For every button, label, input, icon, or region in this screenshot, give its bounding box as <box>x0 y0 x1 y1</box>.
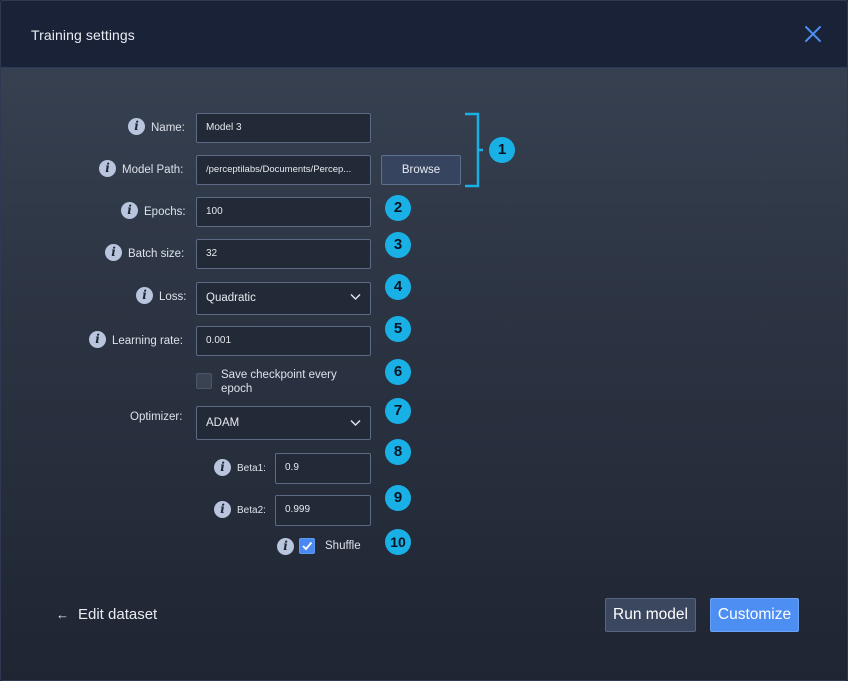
beta2-label: Beta2: <box>237 505 266 516</box>
batch-size-label: Batch size: <box>128 248 185 260</box>
beta2-input[interactable]: 0.999 <box>275 495 371 526</box>
batch-size-input[interactable]: 32 <box>196 239 371 269</box>
beta1-input[interactable]: 0.9 <box>275 453 371 484</box>
edit-dataset-label: Edit dataset <box>78 606 158 623</box>
model-path-label: Model Path: <box>122 164 184 176</box>
info-icon[interactable]: i <box>277 538 294 555</box>
info-icon[interactable]: i <box>121 202 138 219</box>
save-checkpoint-label-line2: epoch <box>221 383 253 395</box>
step-badge-4: 4 <box>385 274 411 300</box>
step-badge-1: 1 <box>489 137 515 163</box>
dialog-header: Training settings <box>1 1 847 68</box>
loss-value: Quadratic <box>206 292 256 304</box>
info-icon[interactable]: i <box>99 160 116 177</box>
info-icon[interactable]: i <box>214 501 231 518</box>
step-badge-6: 6 <box>385 359 411 385</box>
optimizer-value: ADAM <box>206 417 240 429</box>
model-path-input[interactable]: /perceptilabs/Documents/Percep... <box>196 155 371 185</box>
step-badge-2: 2 <box>385 195 411 221</box>
group-bracket <box>465 112 483 188</box>
optimizer-label: Optimizer: <box>130 411 183 423</box>
name-input[interactable]: Model 3 <box>196 113 371 143</box>
checkmark-icon <box>302 541 313 551</box>
step-badge-8: 8 <box>385 439 411 465</box>
info-icon[interactable]: i <box>89 331 106 348</box>
chevron-down-icon <box>350 419 361 427</box>
edit-dataset-link[interactable]: ← Edit dataset <box>56 606 157 623</box>
learning-rate-input[interactable]: 0.001 <box>196 326 371 356</box>
info-icon[interactable]: i <box>105 244 122 261</box>
info-icon[interactable]: i <box>128 118 145 135</box>
save-checkpoint-label-line1: Save checkpoint every <box>221 369 337 381</box>
step-badge-7: 7 <box>385 398 411 424</box>
step-badge-5: 5 <box>385 316 411 342</box>
step-badge-3: 3 <box>385 232 411 258</box>
info-icon[interactable]: i <box>214 459 231 476</box>
loss-label: Loss: <box>159 291 187 303</box>
beta1-label: Beta1: <box>237 463 266 474</box>
loss-select[interactable]: Quadratic <box>196 282 371 315</box>
training-settings-dialog: Training settings i Name: Model 3 i Mode… <box>0 0 848 681</box>
learning-rate-label: Learning rate: <box>112 335 183 347</box>
chevron-down-icon <box>350 293 361 301</box>
save-checkpoint-label: Save checkpoint every epoch <box>221 368 337 396</box>
run-model-button[interactable]: Run model <box>605 598 696 632</box>
save-checkpoint-checkbox[interactable] <box>196 373 212 389</box>
arrow-left-icon: ← <box>56 607 69 622</box>
epochs-label: Epochs: <box>144 206 186 218</box>
browse-button[interactable]: Browse <box>381 155 461 185</box>
dialog-title: Training settings <box>31 27 135 43</box>
name-label: Name: <box>151 122 185 134</box>
info-icon[interactable]: i <box>136 287 153 304</box>
optimizer-select[interactable]: ADAM <box>196 406 371 440</box>
step-badge-10: 10 <box>385 529 411 555</box>
step-badge-9: 9 <box>385 485 411 511</box>
epochs-input[interactable]: 100 <box>196 197 371 227</box>
customize-button[interactable]: Customize <box>710 598 799 632</box>
shuffle-checkbox[interactable] <box>299 538 315 554</box>
shuffle-label: Shuffle <box>325 540 361 552</box>
close-icon[interactable] <box>803 24 823 44</box>
